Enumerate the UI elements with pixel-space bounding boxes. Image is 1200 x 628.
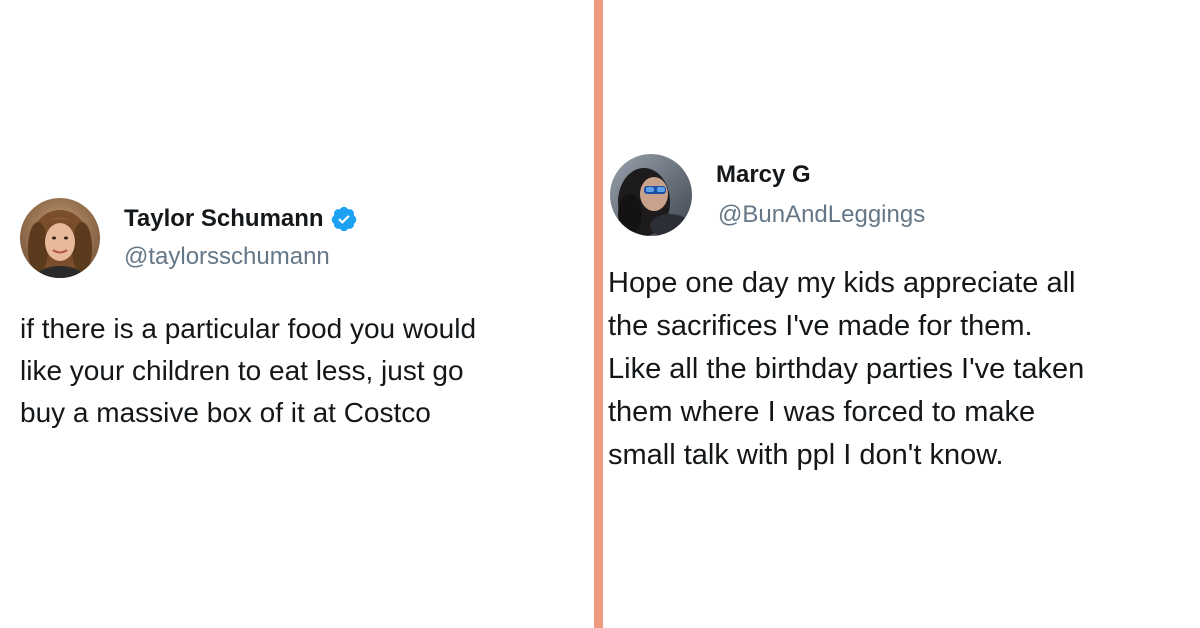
handle[interactable]: @taylorsschumann (124, 242, 330, 272)
tweet-card-marcy: Marcy G @BunAndLeggings Hope one day my … (608, 154, 1196, 477)
avatar[interactable] (610, 154, 692, 236)
tweet-body-line: Hope one day my kids appreciate all (608, 267, 1076, 299)
display-name[interactable]: Taylor Schumann (124, 204, 324, 234)
tweet-body-line: buy a massive box of it at Costco (20, 397, 431, 428)
avatar-photo-icon (610, 154, 692, 236)
handle[interactable]: @BunAndLeggings (718, 200, 925, 230)
tweet-body: Hope one day my kids appreciate all the … (608, 262, 1196, 477)
verified-badge-icon (330, 205, 358, 233)
tweet-body-line: like your children to eat less, just go (20, 355, 464, 386)
tweet-body-line: if there is a particular food you would (20, 313, 477, 344)
tweet-body: if there is a particular food you would … (20, 308, 590, 434)
divider (594, 0, 603, 628)
tweet-body-line: the sacrifices I've made for them. (608, 310, 1033, 342)
tweet-header: Marcy G @BunAndLeggings (608, 154, 1196, 236)
display-name[interactable]: Marcy G (716, 160, 811, 190)
tweet-card-taylor: Taylor Schumann @taylorsschumann if ther… (20, 198, 590, 434)
tweet-body-line: them where I was forced to make (608, 396, 1036, 428)
avatar-photo-icon (20, 198, 100, 278)
name-row: Marcy G (716, 160, 811, 190)
avatar[interactable] (20, 198, 100, 278)
tweet-body-line: small talk with ppl I don't know. (608, 439, 1004, 471)
tweet-body-line: Like all the birthday parties I've taken (608, 353, 1085, 385)
tweet-header: Taylor Schumann @taylorsschumann (20, 198, 590, 280)
name-row: Taylor Schumann (124, 204, 358, 234)
